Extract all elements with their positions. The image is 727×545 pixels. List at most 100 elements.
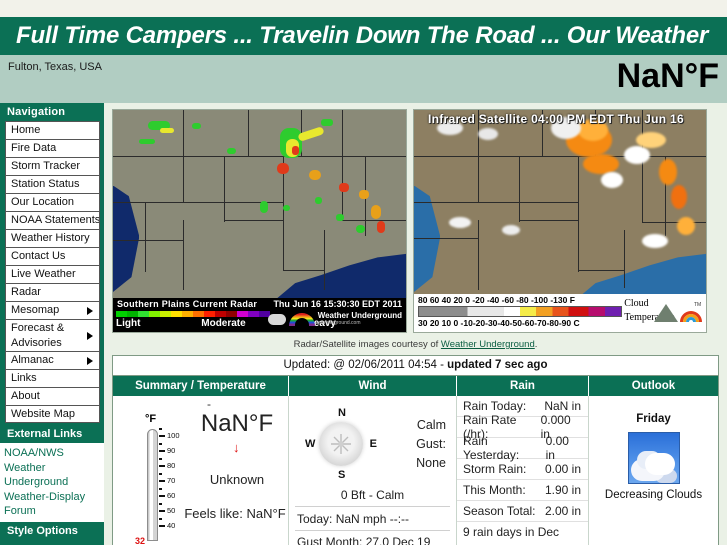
column-header-rain: Rain: [457, 376, 589, 396]
sidebar-item-forecast-advisories[interactable]: Forecast & Advisories: [5, 319, 100, 351]
updated-status-row: Updated: @ 02/06/2011 04:54 - updated 7 …: [113, 356, 718, 376]
wind-speed: Calm: [416, 418, 446, 432]
sidebar-item-fire-data[interactable]: Fire Data: [5, 139, 100, 157]
thermometer-tick: 80: [167, 461, 176, 470]
nav-label: Contact Us: [11, 250, 66, 262]
sidebar-item-contact-us[interactable]: Contact Us: [5, 247, 100, 265]
sidebar-item-website-map[interactable]: Website Map: [5, 405, 100, 423]
column-header-outlook: Outlook: [631, 380, 676, 392]
weather-underground-logo: Weather Underground wunderground.com: [267, 312, 402, 326]
nav-label: Weather History: [11, 232, 90, 244]
radar-echo: [227, 147, 237, 154]
image-courtesy-note: Radar/Satellite images courtesy of Weath…: [112, 339, 719, 350]
rain-row: Season Total: 2.00 in: [457, 501, 588, 522]
external-link-weather-underground[interactable]: Weather Underground: [4, 461, 100, 489]
sidebar-item-links[interactable]: Links: [5, 369, 100, 387]
body-wrapper: Navigation Home Fire Data Storm Tracker …: [0, 103, 727, 545]
sidebar-item-about[interactable]: About: [5, 387, 100, 405]
satellite-cloud: [449, 216, 472, 228]
satellite-cloud: [478, 127, 499, 140]
radar-echo: [370, 205, 381, 220]
radar-echo: [159, 127, 174, 133]
rain-value: NaN in: [544, 399, 581, 413]
sidebar-item-storm-tracker[interactable]: Storm Tracker: [5, 157, 100, 175]
navigation-header: Navigation: [0, 103, 104, 121]
nav-label: Mesomap: [11, 304, 60, 316]
satellite-scale-celsius: 30 20 10 0 -10-20-30-40-50-60-70-80-90 C: [418, 318, 580, 328]
sidebar-item-station-status[interactable]: Station Status: [5, 175, 100, 193]
radar-echo: [376, 221, 385, 233]
satellite-cloud: [624, 145, 651, 164]
rain-label: This Month:: [463, 483, 526, 497]
satellite-color-bar: [418, 306, 623, 317]
temperature-dash: -: [207, 397, 211, 411]
sidebar-item-live-weather[interactable]: Live Weather: [5, 265, 100, 283]
radar-echo: [335, 214, 344, 222]
outlook-day: Friday: [636, 413, 671, 425]
sidebar-item-almanac[interactable]: Almanac: [5, 351, 100, 369]
nav-label: Home: [11, 124, 41, 136]
table-data-row: - °F 100 90 80 70 60 50 40 32 NaN°F ↓ Un…: [113, 396, 718, 545]
rain-statistics-list: Rain Today: NaN in Rain Rate (/hr): 0.00…: [457, 396, 588, 542]
rain-row: Rain Yesterday: 0.00 in: [457, 434, 588, 462]
satellite-scale-fahrenheit: 80 60 40 20 0 -20 -40 -60 -80 -100 -130 …: [418, 295, 575, 305]
svg-text:TM: TM: [694, 302, 701, 308]
nav-label: Fire Data: [11, 142, 57, 154]
satellite-cloud: [600, 172, 623, 189]
radar-map[interactable]: Southern Plains Current Radar Thu Jun 16…: [112, 109, 407, 333]
nav-label: About: [11, 390, 40, 402]
thermometer-tube: [147, 429, 158, 541]
radar-legend-strip: Southern Plains Current Radar Thu Jun 16…: [113, 298, 406, 332]
legend-moderate: Moderate: [201, 318, 246, 329]
compass-label-east: E: [369, 438, 377, 450]
top-spacer: [0, 0, 727, 17]
chevron-right-icon: [87, 331, 93, 340]
sidebar-item-home[interactable]: Home: [5, 121, 100, 139]
rain-cell: Rain Today: NaN in Rain Rate (/hr): 0.00…: [457, 396, 589, 545]
style-options-header: Style Options: [0, 522, 104, 540]
sidebar-item-noaa-statements[interactable]: NOAA Statements: [5, 211, 100, 229]
radar-color-scale: [116, 311, 270, 317]
table-header-row: Summary / Temperature Wind Rain Outlook: [113, 376, 718, 396]
rainbow-icon: [288, 312, 315, 326]
external-link-weather-display-forum[interactable]: Weather-Display Forum: [4, 490, 100, 518]
beaufort-scale: 0 Bft - Calm: [340, 488, 405, 502]
radar-echo: [359, 189, 370, 199]
radar-echo: [309, 169, 322, 180]
thermometer-tick: 70: [167, 476, 176, 485]
column-header-wind: Wind: [289, 376, 457, 396]
wind-cell: N S W E Calm Gust: None 0 Bft - Calm Tod…: [289, 396, 457, 545]
legend-light: Light: [116, 318, 141, 329]
courtesy-prefix: Radar/Satellite images courtesy of: [293, 339, 441, 350]
rain-label: Season Total:: [463, 504, 536, 518]
summary-temperature-cell: - °F 100 90 80 70 60 50 40 32 NaN°F ↓ Un…: [113, 396, 289, 545]
radar-timestamp: Thu Jun 16 15:30:30 EDT 2011: [273, 299, 402, 309]
sidebar-item-radar[interactable]: Radar: [5, 283, 100, 301]
nav-label: NOAA Statements: [11, 214, 100, 226]
radar-echo: [291, 145, 299, 155]
compass-label-south: S: [338, 469, 346, 481]
sidebar-item-weather-history[interactable]: Weather History: [5, 229, 100, 247]
outlook-cell: Friday Decreasing Clouds: [589, 396, 718, 545]
radar-echo: [139, 138, 156, 144]
wind-divider: [295, 506, 450, 507]
cloud-icon: [267, 313, 286, 325]
current-temperature-display: NaN°F: [616, 57, 719, 95]
satellite-map[interactable]: Infrared Satellite 04:00 PM EDT Thu Jun …: [413, 109, 707, 333]
external-link-noaa-nws[interactable]: NOAA/NWS: [4, 446, 100, 460]
wind-compass: N S W E: [305, 407, 377, 481]
nav-label: Forecast & Advisories: [11, 322, 65, 349]
weather-condition: Unknown: [209, 472, 265, 487]
navigation-list: Home Fire Data Storm Tracker Station Sta…: [0, 121, 104, 423]
external-links-header: External Links: [0, 425, 104, 443]
updated-timestamp: Updated: @ 02/06/2011 04:54 -: [283, 359, 448, 371]
wind-readings: Calm Gust: None: [416, 416, 446, 473]
wind-gust-label: Gust:: [416, 437, 446, 451]
courtesy-link[interactable]: Weather Underground: [441, 339, 535, 350]
radar-echo: [259, 201, 268, 214]
sidebar-item-mesomap[interactable]: Mesomap: [5, 301, 100, 319]
sidebar-item-our-location[interactable]: Our Location: [5, 193, 100, 211]
rain-value: 0.00 in: [544, 462, 581, 476]
nav-label: Website Map: [11, 408, 75, 420]
updated-ago: updated 7 sec ago: [447, 359, 548, 371]
